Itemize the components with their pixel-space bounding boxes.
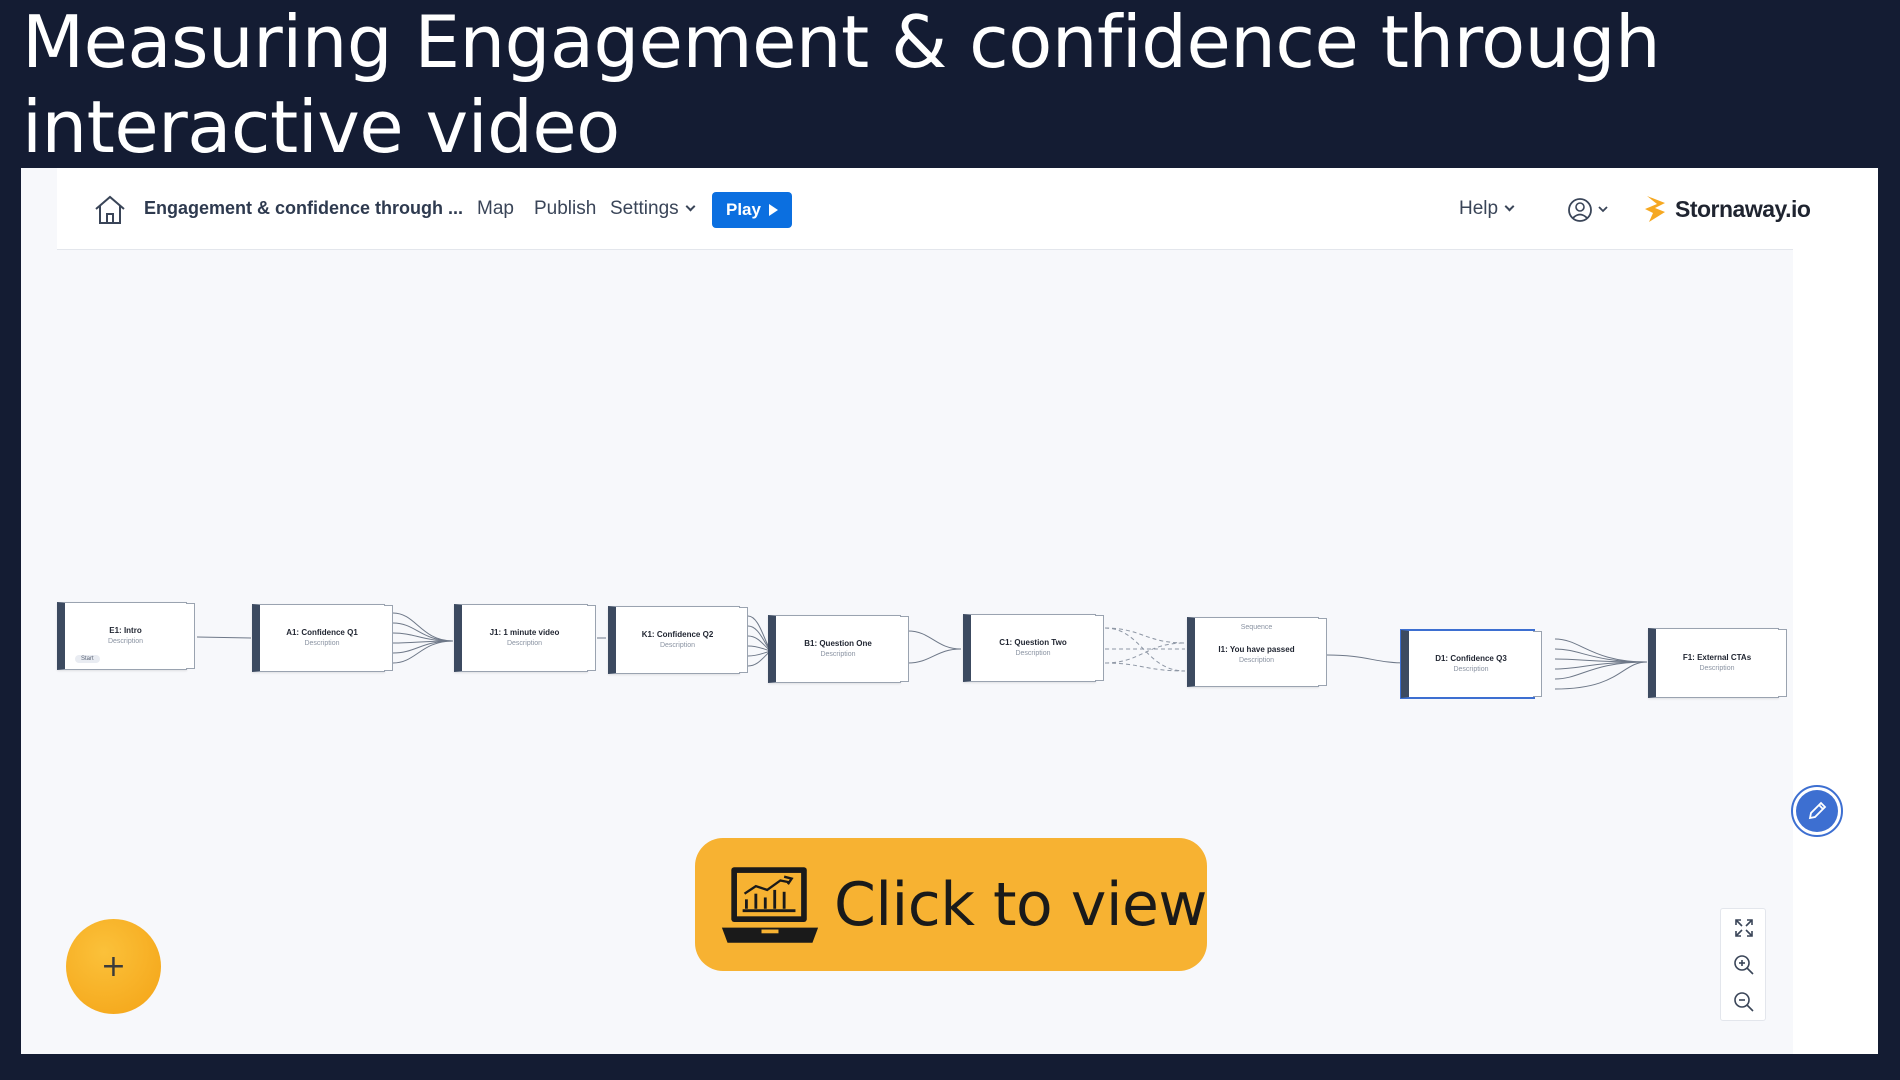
node-ports bbox=[1095, 615, 1104, 681]
edit-node-button[interactable] bbox=[1791, 785, 1843, 837]
node-title: C1: Question Two bbox=[999, 638, 1067, 648]
node-title: I1: You have passed bbox=[1218, 645, 1295, 654]
story-node[interactable]: E1: Intro Description Start bbox=[57, 602, 195, 670]
chevron-down-icon bbox=[1504, 201, 1515, 212]
node-title: D1: Confidence Q3 bbox=[1435, 654, 1507, 664]
node-title: K1: Confidence Q2 bbox=[641, 630, 714, 640]
edit-fab-inner bbox=[1796, 790, 1838, 832]
stornaway-logo[interactable]: Stornaway.io bbox=[1643, 194, 1811, 224]
top-navbar: Engagement & confidence through ... Map … bbox=[57, 168, 1811, 250]
zoom-out-icon bbox=[1734, 991, 1754, 1012]
node-description: Description bbox=[659, 642, 695, 650]
start-badge: Start bbox=[75, 655, 100, 663]
node-ports bbox=[1533, 631, 1542, 697]
play-icon bbox=[768, 204, 778, 216]
node-description: Description bbox=[304, 640, 340, 648]
node-description: Description bbox=[1699, 665, 1735, 673]
node-ports bbox=[900, 616, 909, 682]
node-title: J1: 1 minute video bbox=[489, 628, 560, 638]
slide-title: Measuring Engagement & confidence throug… bbox=[22, 0, 1661, 169]
nav-map[interactable]: Map bbox=[477, 198, 514, 220]
zoom-in-icon bbox=[1734, 954, 1754, 975]
app-screenshot: Engagement & confidence through ... Map … bbox=[21, 168, 1878, 1054]
node-title: E1: Intro bbox=[109, 626, 142, 636]
project-title[interactable]: Engagement & confidence through ... bbox=[144, 198, 463, 219]
app-window: Engagement & confidence through ... Map … bbox=[21, 168, 1843, 1054]
nav-publish[interactable]: Publish bbox=[534, 198, 596, 220]
node-ports bbox=[739, 607, 748, 673]
node-description: Description bbox=[1015, 650, 1051, 658]
chevron-down-icon bbox=[685, 201, 696, 212]
node-title: F1: External CTAs bbox=[1682, 653, 1752, 663]
user-icon bbox=[1568, 198, 1608, 222]
expand-icon bbox=[1735, 918, 1753, 937]
add-node-button[interactable]: + bbox=[66, 919, 161, 1014]
node-ports bbox=[1778, 629, 1787, 697]
node-title: A1: Confidence Q1 bbox=[286, 628, 358, 638]
node-type-label: Sequence bbox=[1240, 624, 1273, 631]
stornaway-logo-icon bbox=[1645, 196, 1665, 222]
logo-text: Stornaway.io bbox=[1675, 195, 1811, 222]
bottom-strip bbox=[21, 1054, 1878, 1080]
node-description: Description bbox=[1238, 657, 1274, 664]
node-description: Description bbox=[1453, 666, 1489, 674]
zoom-out-button[interactable] bbox=[1721, 983, 1767, 1020]
story-node[interactable]: B1: Question One Description bbox=[768, 615, 909, 683]
help-menu[interactable]: Help bbox=[1459, 198, 1515, 220]
node-ports bbox=[587, 605, 596, 671]
user-menu[interactable] bbox=[1567, 196, 1617, 224]
node-description: Description bbox=[506, 640, 542, 648]
node-ports bbox=[1318, 618, 1327, 686]
help-label: Help bbox=[1459, 198, 1499, 219]
story-node[interactable]: F1: External CTAs Description bbox=[1648, 628, 1787, 698]
zoom-in-button[interactable] bbox=[1721, 946, 1767, 983]
plus-icon: + bbox=[100, 949, 127, 984]
node-description: Description bbox=[820, 651, 856, 659]
story-node[interactable]: K1: Confidence Q2 Description bbox=[608, 606, 748, 674]
click-to-view-button[interactable]: Click to view bbox=[695, 838, 1208, 971]
node-ports bbox=[186, 603, 195, 669]
story-node[interactable]: C1: Question Two Description bbox=[963, 614, 1104, 682]
zoom-controls bbox=[1720, 908, 1766, 1021]
fit-view-button[interactable] bbox=[1721, 909, 1767, 946]
story-node[interactable]: A1: Confidence Q1 Description bbox=[252, 604, 393, 672]
nav-settings-label: Settings bbox=[610, 198, 679, 219]
home-icon[interactable] bbox=[93, 194, 127, 226]
play-button-label: Play bbox=[726, 200, 761, 219]
cta-label: Click to view bbox=[833, 869, 1208, 940]
laptop-chart-icon bbox=[721, 866, 819, 943]
story-node-selected[interactable]: D1: Confidence Q3 Description bbox=[1401, 630, 1542, 698]
node-title: B1: Question One bbox=[804, 639, 872, 649]
story-node[interactable]: Sequence I1: You have passed Description bbox=[1187, 617, 1327, 687]
node-ports bbox=[384, 605, 393, 671]
story-node[interactable]: J1: 1 minute video Description bbox=[454, 604, 596, 672]
nav-settings[interactable]: Settings bbox=[610, 198, 696, 220]
node-description: Description bbox=[107, 638, 143, 646]
pencil-icon bbox=[1808, 801, 1827, 820]
play-button[interactable]: Play bbox=[712, 192, 792, 228]
